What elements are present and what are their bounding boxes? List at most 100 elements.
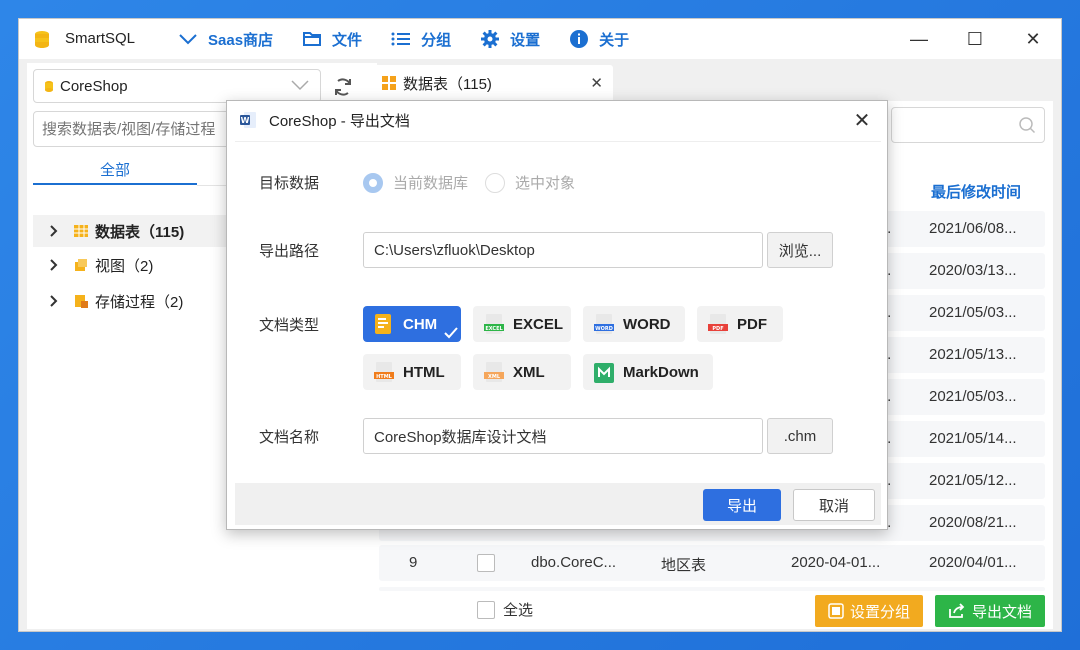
row-modified: 2020/03/13...	[929, 262, 1017, 279]
table-search-input[interactable]	[891, 107, 1045, 143]
export-button[interactable]: 导出	[703, 489, 781, 521]
close-window-button[interactable]: ✕	[1013, 25, 1053, 53]
refresh-button[interactable]	[327, 71, 359, 103]
word-icon: W	[240, 112, 256, 128]
doctype-label: CHM	[403, 315, 438, 333]
refresh-icon	[335, 78, 351, 96]
svg-text:EXCEL: EXCEL	[485, 326, 503, 332]
row-modified: 2020/04/01...	[929, 554, 1017, 571]
minimize-button[interactable]: —	[899, 25, 939, 53]
dialog-title: CoreShop - 导出文档	[269, 112, 410, 130]
svg-text:PDF: PDF	[712, 326, 723, 332]
export-icon	[949, 603, 965, 618]
row-created: 2020-04-01...	[791, 554, 881, 571]
doctype-markdown[interactable]: MarkDown	[583, 354, 713, 390]
svg-text:W: W	[241, 116, 250, 125]
radio-current-database[interactable]: 当前数据库	[363, 172, 468, 193]
table-icon	[73, 223, 89, 239]
procedure-icon	[73, 293, 89, 309]
row-modified: 2021/05/14...	[929, 430, 1017, 447]
menu-saas-store[interactable]: Saas商店	[177, 27, 273, 51]
extension-button[interactable]: .chm	[767, 418, 833, 454]
checkbox-box	[477, 600, 495, 619]
chevron-right-icon	[49, 225, 63, 237]
word-doc-icon: WORD	[593, 312, 615, 336]
doctype-html[interactable]: HTML HTML	[363, 354, 461, 390]
app-logo-icon	[35, 31, 49, 48]
doc-name-input[interactable]	[363, 418, 763, 454]
row-modified: 2021/05/13...	[929, 346, 1017, 363]
close-dialog-button[interactable]: ✕	[851, 109, 873, 132]
table-footer: 全选 设置分组 导出文档	[371, 591, 1053, 629]
dialog-footer: 导出 取消	[235, 483, 881, 525]
menu-about[interactable]: 关于	[568, 27, 629, 51]
export-path-label: 导出路径	[259, 243, 320, 260]
svg-text:WORD: WORD	[595, 326, 613, 332]
tree-item-label: 数据表（115)	[95, 223, 185, 241]
chevron-down-icon	[291, 80, 309, 91]
check-icon	[444, 327, 458, 339]
column-header-modified[interactable]: 最后修改时间	[931, 181, 1021, 202]
doctype-word[interactable]: WORD WORD	[583, 306, 685, 342]
row-modified: 2021/05/03...	[929, 388, 1017, 405]
doctype-excel[interactable]: EXCEL EXCEL	[473, 306, 571, 342]
folder-icon	[301, 28, 323, 50]
xml-icon: XML	[483, 360, 505, 384]
radio-selected-objects[interactable]: 选中对象	[485, 172, 575, 193]
list-icon	[390, 28, 412, 50]
doctype-label: XML	[513, 363, 545, 381]
title-bar: SmartSQL Saas商店 文件 分组 设置 关于 — ☐ ✕	[19, 19, 1061, 59]
grid-icon	[382, 76, 396, 90]
export-doc-label: 导出文档	[971, 603, 1032, 621]
close-tab-icon[interactable]: ✕	[590, 74, 603, 92]
group-icon	[828, 603, 844, 619]
doctype-chm[interactable]: CHM	[363, 306, 461, 342]
html-icon: HTML	[373, 360, 395, 384]
radio-dot	[363, 172, 383, 193]
export-dialog: W CoreShop - 导出文档 ✕ 目标数据 当前数据库 选中对象 导出路径…	[226, 100, 888, 530]
svg-text:XML: XML	[488, 374, 501, 380]
tab-all[interactable]: 全部	[33, 155, 197, 185]
set-group-label: 设置分组	[849, 603, 910, 621]
database-select[interactable]: CoreShop	[33, 69, 321, 103]
cancel-button[interactable]: 取消	[793, 489, 875, 521]
doctype-label: MarkDown	[623, 363, 699, 381]
tree-item-tables[interactable]: 数据表（115)	[49, 217, 184, 245]
export-doc-button[interactable]: 导出文档	[935, 595, 1045, 627]
chm-icon	[373, 312, 395, 336]
menu-bar: Saas商店 文件 分组 设置 关于	[177, 27, 657, 51]
row-comment: 地区表	[661, 557, 707, 574]
browse-button[interactable]: 浏览...	[767, 232, 833, 268]
row-modified: 2021/06/08...	[929, 220, 1017, 237]
doctype-label: WORD	[623, 315, 671, 333]
table-row[interactable]: 9 dbo.CoreC... 地区表 2020-04-01... 2020/04…	[379, 545, 1045, 581]
tree-item-views[interactable]: 视图（2)	[49, 251, 153, 279]
svg-text:HTML: HTML	[376, 374, 393, 380]
menu-file[interactable]: 文件	[301, 27, 362, 51]
maximize-button[interactable]: ☐	[955, 25, 995, 53]
set-group-button[interactable]: 设置分组	[815, 595, 923, 627]
doctype-label: HTML	[403, 363, 445, 381]
doctype-pdf[interactable]: PDF PDF	[697, 306, 783, 342]
menu-settings[interactable]: 设置	[479, 27, 540, 51]
database-name: CoreShop	[60, 77, 128, 95]
menu-label: 关于	[599, 31, 630, 49]
menu-label: 文件	[332, 31, 363, 49]
menu-group[interactable]: 分组	[390, 27, 451, 51]
pdf-icon: PDF	[707, 312, 729, 336]
row-index: 9	[409, 554, 418, 571]
row-checkbox[interactable]	[477, 554, 495, 572]
tab-label: 数据表（115)	[403, 75, 492, 93]
select-all-label: 全选	[503, 602, 534, 619]
info-icon	[568, 28, 590, 50]
row-name: dbo.CoreC...	[531, 554, 617, 571]
tree-item-procedures[interactable]: 存储过程（2)	[49, 287, 183, 315]
export-path-input[interactable]	[363, 232, 763, 268]
doctype-xml[interactable]: XML XML	[473, 354, 571, 390]
doc-name-label: 文档名称	[259, 429, 320, 446]
target-data-label: 目标数据	[259, 175, 320, 192]
row-modified: 2021/05/03...	[929, 304, 1017, 321]
dialog-title-bar: W CoreShop - 导出文档 ✕	[227, 101, 887, 139]
select-all-checkbox[interactable]: 全选	[477, 599, 533, 620]
tab-tables[interactable]: 数据表（115) ✕	[371, 65, 613, 101]
